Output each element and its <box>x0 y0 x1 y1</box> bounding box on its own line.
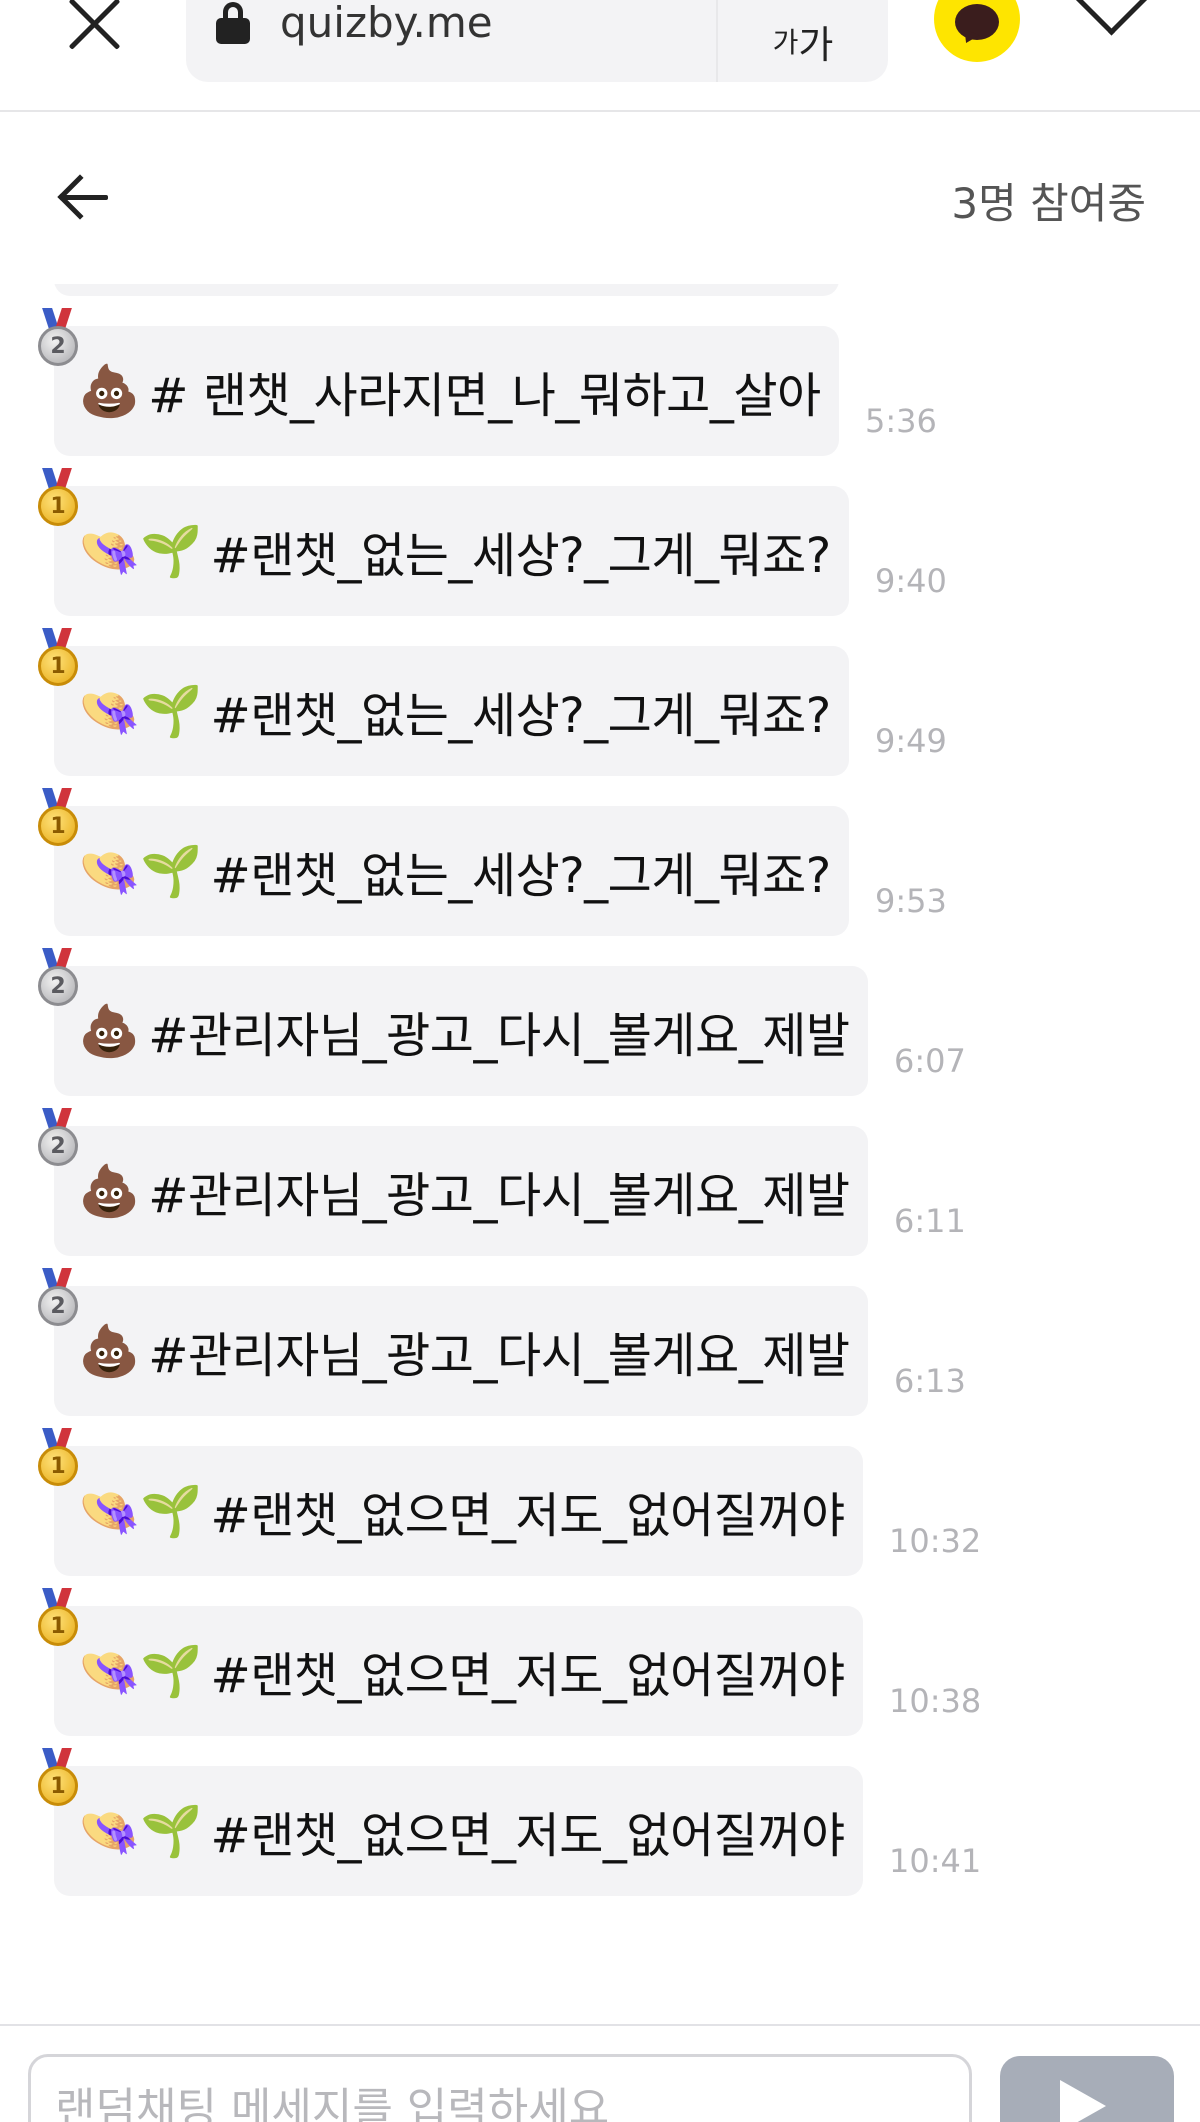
message-bubble[interactable]: 💩# 랜챗_사라지면_나_뭐하고_살아 <box>54 326 839 456</box>
gold-medal-icon: 1 <box>36 628 80 688</box>
message-input[interactable] <box>28 2054 972 2122</box>
message-timestamp: 9:40 <box>875 562 947 600</box>
gold-medal-icon: 1 <box>36 468 80 528</box>
message-timestamp: 10:38 <box>889 1682 982 1720</box>
message-row: 💩 # 랜챗_사라지면_나_뭐하고_살아 2 5:36 <box>0 308 1200 466</box>
message-timestamp: 9:49 <box>875 722 947 760</box>
back-arrow-icon[interactable] <box>56 170 112 226</box>
kakao-talk-icon[interactable] <box>934 0 1020 62</box>
font-size-button[interactable]: 가가 <box>716 0 888 82</box>
message-row: 💩 #관리자님_광고_다시_볼게요_제발 2 6:13 <box>0 1268 1200 1426</box>
profile-emoji: 💩 <box>78 1001 141 1060</box>
message-bubble[interactable]: 👒🌱 #랜챗_없으면_저도_없어질꺼야 <box>54 1446 863 1576</box>
profile-emoji: 👒🌱 <box>78 841 203 900</box>
participant-count: 3명 참여중 <box>951 179 1146 228</box>
message-text: #랜챗_없으면_저도_없어질꺼야 <box>210 1808 846 1864</box>
message-row: 👒🌱 #랜챗_없는_세상?_그게_뭐죠? 1 9:53 <box>0 788 1200 946</box>
font-size-large-label: 가 <box>798 22 834 67</box>
silver-medal-icon: 2 <box>36 948 80 1008</box>
silver-medal-icon: 2 <box>36 1108 80 1168</box>
message-bubble[interactable]: 👒🌱 #랜챗_없는_세상?_그게_뭐죠? <box>54 486 849 616</box>
message-timestamp: 6:11 <box>894 1202 966 1240</box>
profile-emoji: 👒🌱 <box>78 1641 203 1700</box>
profile-emoji: 👒🌱 <box>78 1801 203 1860</box>
gold-medal-icon: 1 <box>36 1588 80 1648</box>
close-icon[interactable] <box>60 0 130 58</box>
profile-emoji: 💩 <box>78 1321 141 1380</box>
message-bubble[interactable]: 👒🌱 #랜챗_없으면_저도_없어질꺼야 <box>54 1766 863 1896</box>
message-text: #관리자님_광고_다시_볼게요_제발 <box>148 1168 850 1224</box>
message-timestamp: 10:32 <box>889 1522 982 1560</box>
message-timestamp: 9:53 <box>875 882 947 920</box>
gold-medal-icon: 1 <box>36 1748 80 1808</box>
message-text: #랜챗_없는_세상?_그게_뭐죠? <box>210 848 832 904</box>
message-row: 💩 #관리자님_광고_다시_볼게요_제발 2 6:07 <box>0 948 1200 1106</box>
message-text: #랜챗_없는_세상?_그게_뭐죠? <box>210 688 832 744</box>
message-bubble[interactable]: 💩# 랜챗_사라지면_나_뭐하고_살아 <box>54 284 839 296</box>
browser-toolbar: quizby.me 가가 <box>0 0 1200 112</box>
font-size-small-label: 가 <box>772 26 799 59</box>
chevron-down-icon[interactable] <box>1072 0 1146 46</box>
message-list[interactable]: 💩# 랜챗_사라지면_나_뭐하고_살아25:22💩# 랜챗_사라지면_나_뭐하고… <box>0 284 1200 2024</box>
message-row: 👒🌱 #랜챗_없는_세상?_그게_뭐죠? 1 9:40 <box>0 468 1200 626</box>
message-timestamp: 6:07 <box>894 1042 966 1080</box>
message-row: 👒🌱 #랜챗_없으면_저도_없어질꺼야 1 10:41 <box>0 1748 1200 1906</box>
message-bubble[interactable]: 👒🌱 #랜챗_없으면_저도_없어질꺼야 <box>54 1606 863 1736</box>
message-text: #랜챗_없는_세상?_그게_뭐죠? <box>210 528 832 584</box>
message-text: # 랜챗_사라지면_나_뭐하고_살아 <box>148 368 821 424</box>
send-button[interactable] <box>1000 2056 1174 2122</box>
message-row: 👒🌱 #랜챗_없으면_저도_없어질꺼야 1 10:32 <box>0 1428 1200 1586</box>
profile-emoji: 💩 <box>78 1161 141 1220</box>
message-bubble[interactable]: 💩 #관리자님_광고_다시_볼게요_제발 <box>54 1286 868 1416</box>
message-bubble[interactable]: 👒🌱 #랜챗_없는_세상?_그게_뭐죠? <box>54 646 849 776</box>
lock-icon <box>216 2 250 44</box>
message-text: #랜챗_없으면_저도_없어질꺼야 <box>210 1488 846 1544</box>
gold-medal-icon: 1 <box>36 1428 80 1488</box>
message-timestamp: 10:41 <box>889 1842 982 1880</box>
profile-emoji: 💩 <box>78 361 141 420</box>
input-bar <box>0 2024 1200 2122</box>
address-bar[interactable]: quizby.me 가가 <box>186 0 888 82</box>
message-row: 👒🌱 #랜챗_없으면_저도_없어질꺼야 1 10:38 <box>0 1588 1200 1746</box>
message-text: #관리자님_광고_다시_볼게요_제발 <box>148 1328 850 1384</box>
gold-medal-icon: 1 <box>36 788 80 848</box>
message-bubble[interactable]: 💩 #관리자님_광고_다시_볼게요_제발 <box>54 966 868 1096</box>
message-row: 👒🌱 #랜챗_없는_세상?_그게_뭐죠? 1 9:49 <box>0 628 1200 786</box>
message-text: #랜챗_없으면_저도_없어질꺼야 <box>210 1648 846 1704</box>
silver-medal-icon: 2 <box>36 308 80 368</box>
message-text: #관리자님_광고_다시_볼게요_제발 <box>148 1008 850 1064</box>
message-row: 💩# 랜챗_사라지면_나_뭐하고_살아25:22 <box>0 284 1200 306</box>
silver-medal-icon: 2 <box>36 1268 80 1328</box>
message-bubble[interactable]: 💩 #관리자님_광고_다시_볼게요_제발 <box>54 1126 868 1256</box>
profile-emoji: 👒🌱 <box>78 681 203 740</box>
message-row: 💩 #관리자님_광고_다시_볼게요_제발 2 6:11 <box>0 1108 1200 1266</box>
url-text: quizby.me <box>280 0 493 47</box>
message-timestamp: 6:13 <box>894 1362 966 1400</box>
profile-emoji: 👒🌱 <box>78 1481 203 1540</box>
message-timestamp: 5:36 <box>865 402 937 440</box>
profile-emoji: 👒🌱 <box>78 521 203 580</box>
chat-header: 3명 참여중 <box>0 112 1200 284</box>
message-bubble[interactable]: 👒🌱 #랜챗_없는_세상?_그게_뭐죠? <box>54 806 849 936</box>
